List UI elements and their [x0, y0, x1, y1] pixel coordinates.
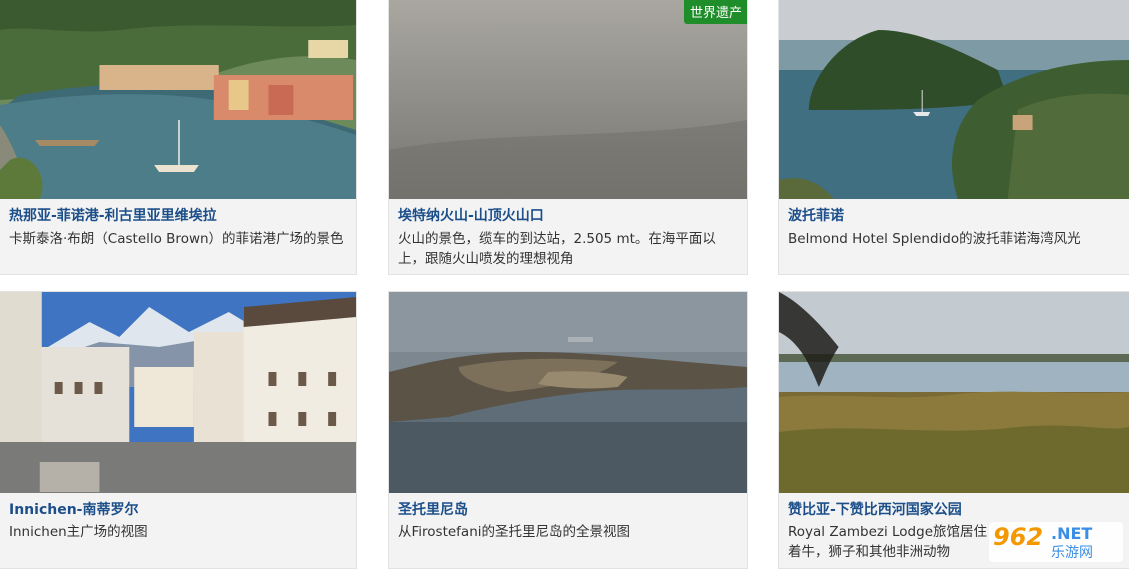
card-description: Royal Zambezi Lodge旅馆居住着牛，狮子和其他非洲动物: [788, 524, 987, 560]
webcam-thumbnail[interactable]: [779, 0, 1129, 199]
webcam-thumbnail[interactable]: [0, 292, 356, 493]
webcam-card-innichen[interactable]: Innichen-南蒂罗尔 Innichen主广场的视图: [0, 291, 357, 569]
card-title[interactable]: 赞比亚-下赞比西河国家公园: [788, 499, 962, 519]
card-title[interactable]: 圣托里尼岛: [398, 499, 468, 519]
watermark-name: 乐游网: [1051, 545, 1093, 561]
card-description: 卡斯泰洛·布朗（Castello Brown）的菲诺港广场的景色: [9, 231, 344, 247]
webcam-card-portofino[interactable]: 波托菲诺 Belmond Hotel Splendido的波托菲诺海湾风光: [778, 0, 1129, 275]
webcam-card-etna[interactable]: 世界遗产 埃特纳火山-山顶火山口 火山的景色，缆车的到达站，2.505 mt。在…: [388, 0, 748, 275]
webcam-card-santorini[interactable]: 圣托里尼岛 从Firostefani的圣托里尼岛的全景视图: [388, 291, 748, 569]
card-description: 从Firostefani的圣托里尼岛的全景视图: [398, 524, 631, 540]
card-title[interactable]: 埃特纳火山-山顶火山口: [398, 205, 544, 225]
webcam-thumbnail[interactable]: [0, 0, 356, 199]
webcam-card-genoa[interactable]: 热那亚-菲诺港-利古里亚里维埃拉 卡斯泰洛·布朗（Castello Brown）…: [0, 0, 357, 275]
card-title[interactable]: 波托菲诺: [788, 205, 844, 225]
card-description: 火山的景色，缆车的到达站，2.505 mt。在海平面以上，跟随火山喷发的理想视角: [398, 231, 716, 267]
card-title[interactable]: Innichen-南蒂罗尔: [9, 499, 138, 519]
watermark-suffix: .NET: [1051, 524, 1093, 543]
webcam-thumbnail[interactable]: [779, 292, 1129, 493]
world-heritage-badge: 世界遗产: [683, 0, 747, 24]
webcam-thumbnail[interactable]: [389, 0, 747, 199]
card-title[interactable]: 热那亚-菲诺港-利古里亚里维埃拉: [9, 205, 217, 225]
site-watermark-logo: 962 .NET 乐游网: [989, 522, 1123, 562]
card-description: Belmond Hotel Splendido的波托菲诺海湾风光: [788, 231, 1081, 247]
card-description: Innichen主广场的视图: [9, 524, 148, 540]
webcam-thumbnail[interactable]: [389, 292, 747, 493]
watermark-number: 962: [993, 523, 1044, 551]
